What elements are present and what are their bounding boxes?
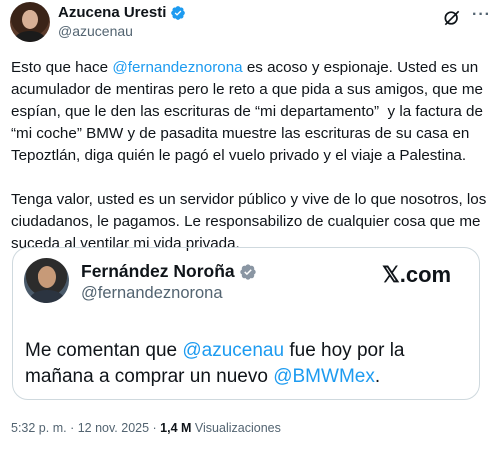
post-meta: 5:32 p. m. · 12 nov. 2025 · 1,4 M Visual… [11,421,281,435]
author-name-row: Azucena Uresti [58,4,186,21]
post-time[interactable]: 5:32 p. m. [11,421,67,435]
mention-link[interactable]: @BMWMex [273,366,375,387]
post-text-paragraph-2: Tenga valor, usted es un servidor públic… [11,191,491,252]
author-avatar[interactable] [10,2,50,42]
post-text-part: Esto que hace [11,59,113,76]
quoted-post-text: Me comentan que @azucenau fue hoy por la… [25,338,465,390]
separator: · [66,421,78,435]
mention-link[interactable]: @azucenau [182,340,284,361]
quoted-name-row: Fernández Noroña [81,261,257,282]
separator: · [149,421,161,435]
quoted-author-name[interactable]: Fernández Noroña [81,261,235,282]
post-date[interactable]: 12 nov. 2025 [78,421,149,435]
post-text: Esto que hace @fernandeznorona es acoso … [11,57,491,255]
more-options-icon[interactable]: ··· [472,6,491,24]
verified-badge-icon [171,5,186,20]
author-handle[interactable]: @azucenau [58,23,133,39]
quoted-author-avatar[interactable] [24,258,69,303]
quoted-text-part: . [374,366,381,387]
quoted-post-card[interactable]: Fernández Noroña @fernandeznorona 𝕏.com … [12,247,480,400]
grok-icon[interactable] [442,8,462,28]
post-header: Azucena Uresti @azucenau ··· [0,0,500,50]
quoted-author-handle[interactable]: @fernandeznorona [81,284,223,303]
x-com-logo: 𝕏.com [382,262,452,287]
mention-link[interactable]: @fernandeznorona [112,59,242,76]
author-name[interactable]: Azucena Uresti [58,4,166,21]
views-count: 1,4 M [160,421,192,435]
quoted-text-part: Me comentan que [25,340,183,361]
views-label: Visualizaciones [191,421,281,435]
verified-badge-icon [239,263,256,280]
